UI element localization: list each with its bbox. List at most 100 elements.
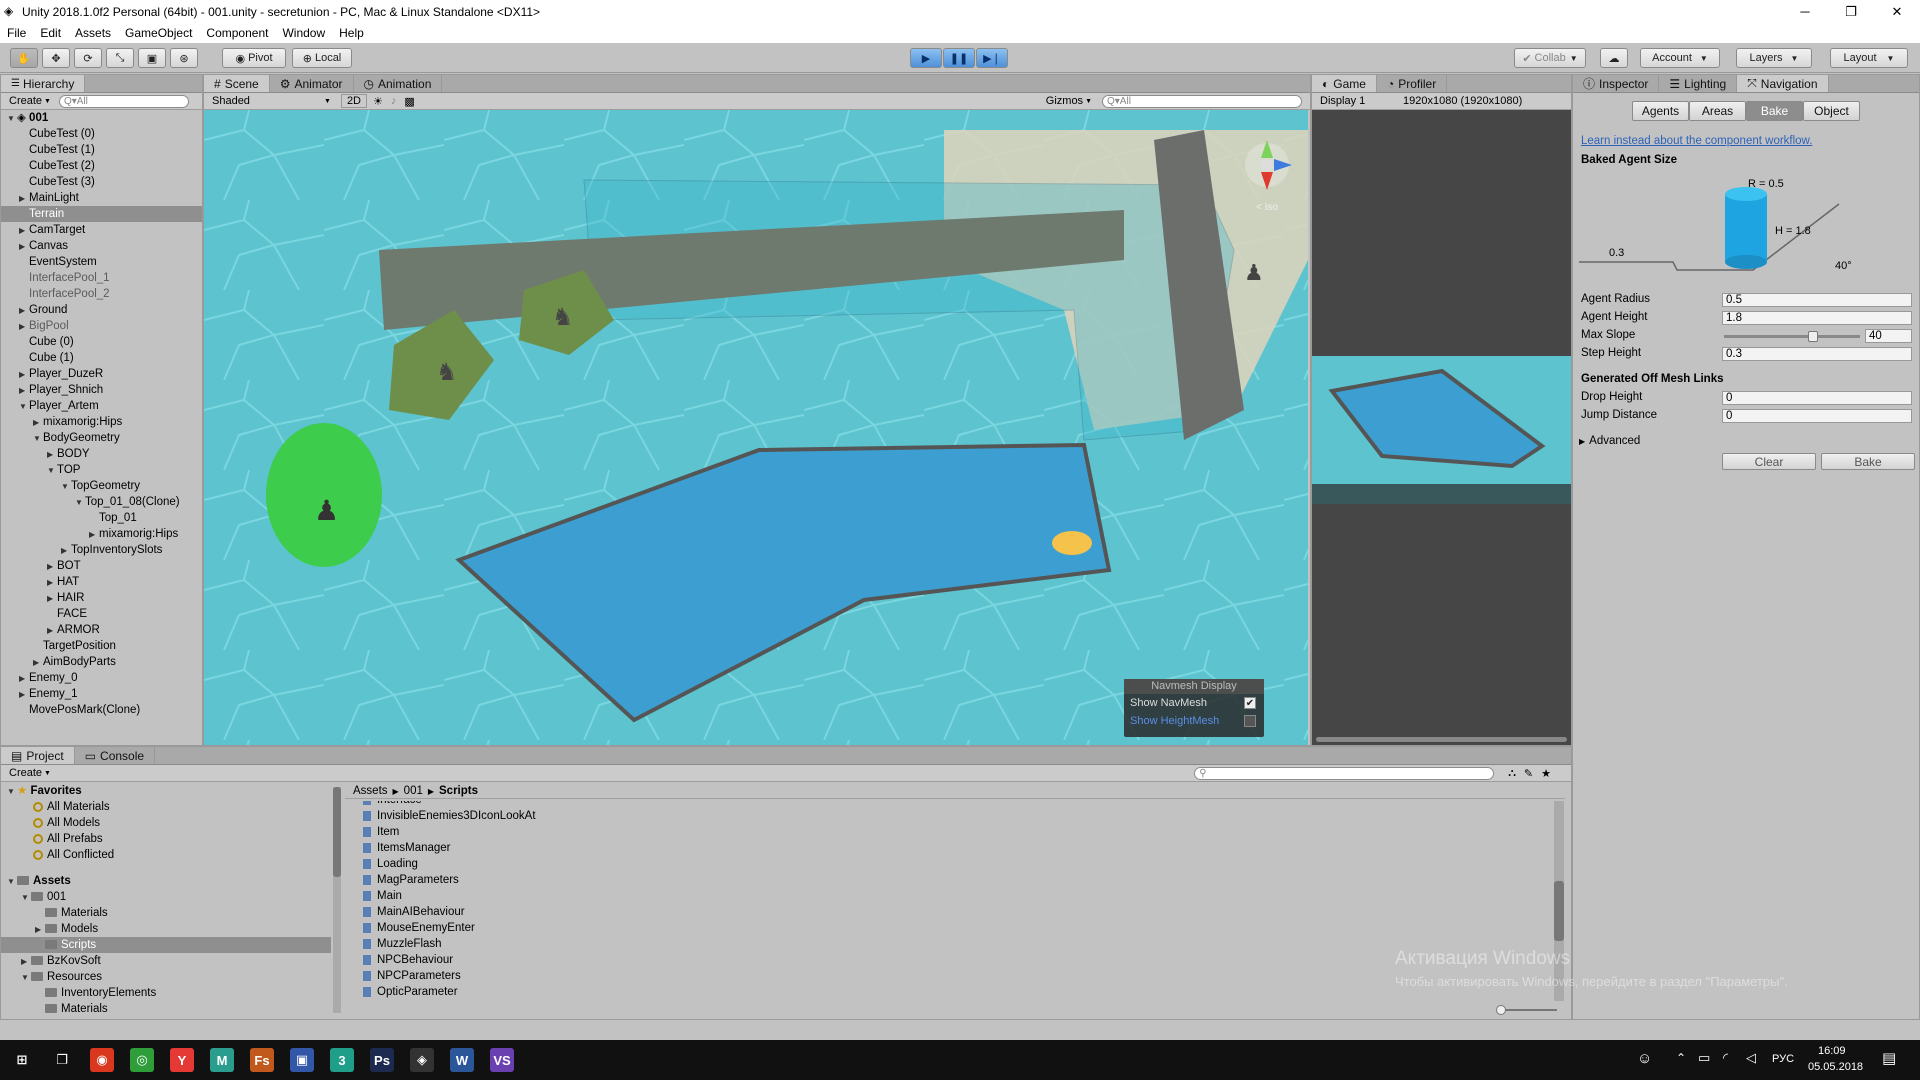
files-scrollbar[interactable] [1554,801,1564,1001]
chevron-right-icon[interactable]: ▶ [19,367,29,383]
hierarchy-item[interactable]: ▶ mixamorig:Hips [1,526,202,542]
layers-dropdown[interactable]: Layers ▼ [1736,48,1812,68]
play-button[interactable]: ▶ [910,48,942,68]
script-file-item[interactable]: ItemsManager [363,840,1543,856]
tab-inspector[interactable]: ⓘ Inspector [1573,75,1660,92]
hierarchy-item[interactable]: InterfacePool_2 [1,286,202,302]
2d-toggle[interactable]: 2D [340,94,367,108]
yandex-browser-icon[interactable]: Y [170,1048,194,1072]
chevron-right-icon[interactable]: ▶ [21,954,31,970]
hierarchy-item[interactable]: ▼ TOP [1,462,202,478]
soldier-1[interactable]: ♞ [436,359,458,386]
agent-height-field[interactable]: 1.8 [1722,311,1912,325]
tray-chevron-icon[interactable]: ⌃ [1676,1051,1686,1065]
volume-icon[interactable]: ◁ [1746,1050,1756,1066]
folder-item[interactable]: Materials [1,905,331,921]
folder-item[interactable]: ▶ Models [1,921,331,937]
app-red-icon[interactable]: ◉ [90,1048,114,1072]
soldier-selected[interactable]: ♟ [314,495,339,526]
script-file-item[interactable]: MouseEnemyEnter [363,920,1543,936]
hierarchy-item[interactable]: Cube (1) [1,350,202,366]
start-icon[interactable]: ⊞ [10,1048,34,1072]
chevron-down-icon[interactable]: ▼ [75,495,85,511]
soldier-3[interactable]: ♟ [1244,260,1264,285]
chevron-right-icon[interactable]: ▶ [89,527,99,543]
chevron-right-icon[interactable]: ▶ [19,319,29,335]
account-dropdown[interactable]: Account ▼ [1640,48,1720,68]
menu-help[interactable]: Help [332,26,371,40]
game-scrollbar[interactable] [1316,737,1567,742]
tab-game[interactable]: ◐ Game [1312,75,1377,92]
cloud-button[interactable]: ☁ [1600,48,1628,68]
menu-window[interactable]: Window [275,26,332,40]
hierarchy-item[interactable]: ▶ Ground [1,302,202,318]
hand-tool-icon[interactable]: ✋ [10,48,38,68]
layout-dropdown[interactable]: Layout ▼ [1830,48,1908,68]
hierarchy-item[interactable]: ▶ HAIR [1,590,202,606]
effects-toggle-icon[interactable]: ▩ [404,95,414,108]
breadcrumb-001[interactable]: 001 [404,785,423,797]
menu-assets[interactable]: Assets [68,26,118,40]
filter-label-icon[interactable]: ✎ [1524,767,1533,780]
chevron-right-icon[interactable]: ▶ [19,303,29,319]
hierarchy-item[interactable]: ▶ Enemy_1 [1,686,202,702]
hierarchy-item[interactable]: CubeTest (1) [1,142,202,158]
favorite-item[interactable]: All Models [1,815,331,831]
chevron-right-icon[interactable]: ▶ [19,687,29,703]
unity-icon[interactable]: ◈ [410,1048,434,1072]
hierarchy-search-input[interactable]: Q▾All [58,94,189,108]
show-heightmesh-checkbox[interactable] [1244,715,1256,727]
tree-scrollbar[interactable] [333,787,341,1013]
hierarchy-item[interactable]: InterfacePool_1 [1,270,202,286]
hierarchy-item[interactable]: Terrain [1,206,202,222]
gizmos-dropdown[interactable]: Gizmos [1046,95,1083,107]
chevron-right-icon[interactable]: ▶ [19,383,29,399]
show-navmesh-checkbox[interactable]: ✔ [1244,697,1256,709]
app-m-icon[interactable]: M [210,1048,234,1072]
script-file-item[interactable]: InvisibleEnemies3DIconLookAt [363,808,1543,824]
save-app-icon[interactable]: ▣ [290,1048,314,1072]
wifi-icon[interactable]: ◜ [1723,1050,1728,1066]
favorites-header[interactable]: ▼ ★ Favorites [1,783,331,799]
scene-root[interactable]: ▼ ◈ 001 [1,110,202,126]
chevron-right-icon[interactable]: ▶ [47,623,57,639]
hierarchy-item[interactable]: ▶ CamTarget [1,222,202,238]
favorite-item[interactable]: All Prefabs [1,831,331,847]
script-file-item[interactable]: NPCParameters [363,968,1543,984]
jump-distance-field[interactable]: 0 [1722,409,1912,423]
tab-hierarchy[interactable]: ☰ Hierarchy [1,75,86,92]
hierarchy-item[interactable]: ▶ Player_Shnich [1,382,202,398]
chevron-right-icon[interactable]: ▶ [47,575,57,591]
script-file-item[interactable]: Loading [363,856,1543,872]
icon-size-slider-thumb[interactable] [1496,1005,1506,1015]
hierarchy-item[interactable]: FACE [1,606,202,622]
pause-button[interactable]: ❚❚ [943,48,975,68]
scene-viewport[interactable]: ♞ ♞ ♟ ♟ < Iso [204,110,1308,745]
audio-toggle-icon[interactable]: ♪ [391,95,397,107]
chevron-right-icon[interactable]: ▶ [19,671,29,687]
tab-project[interactable]: ▤ Project [1,747,75,764]
hierarchy-item[interactable]: ▶ ARMOR [1,622,202,638]
chevron-down-icon[interactable]: ▼ [33,431,43,447]
scale-tool-icon[interactable]: ⤡ [106,48,134,68]
hierarchy-item[interactable]: ▶ mixamorig:Hips [1,414,202,430]
tab-console[interactable]: ▭ Console [75,747,156,764]
component-workflow-link[interactable]: Learn instead about the component workfl… [1581,135,1812,147]
nav-tab-bake[interactable]: Bake [1746,101,1803,121]
tab-scene[interactable]: # Scene [204,75,270,92]
script-file-item[interactable]: NPCBehaviour [363,952,1543,968]
hierarchy-item[interactable]: ▶ BigPool [1,318,202,334]
chevron-right-icon[interactable]: ▶ [35,922,45,938]
script-file-item[interactable]: MuzzleFlash [363,936,1543,952]
app-green-icon[interactable]: ◎ [130,1048,154,1072]
breadcrumb-assets[interactable]: Assets [353,785,388,797]
tab-navigation[interactable]: ⤧ Navigation [1737,75,1829,92]
hierarchy-item[interactable]: CubeTest (3) [1,174,202,190]
hierarchy-item[interactable]: ▶ AimBodyParts [1,654,202,670]
hierarchy-item[interactable]: EventSystem [1,254,202,270]
menu-component[interactable]: Component [199,26,275,40]
soldier-2[interactable]: ♞ [552,304,574,331]
notification-icon[interactable]: ▤ [1882,1049,1896,1067]
hierarchy-item[interactable]: ▶ Canvas [1,238,202,254]
max-slope-slider-thumb[interactable] [1808,331,1819,342]
